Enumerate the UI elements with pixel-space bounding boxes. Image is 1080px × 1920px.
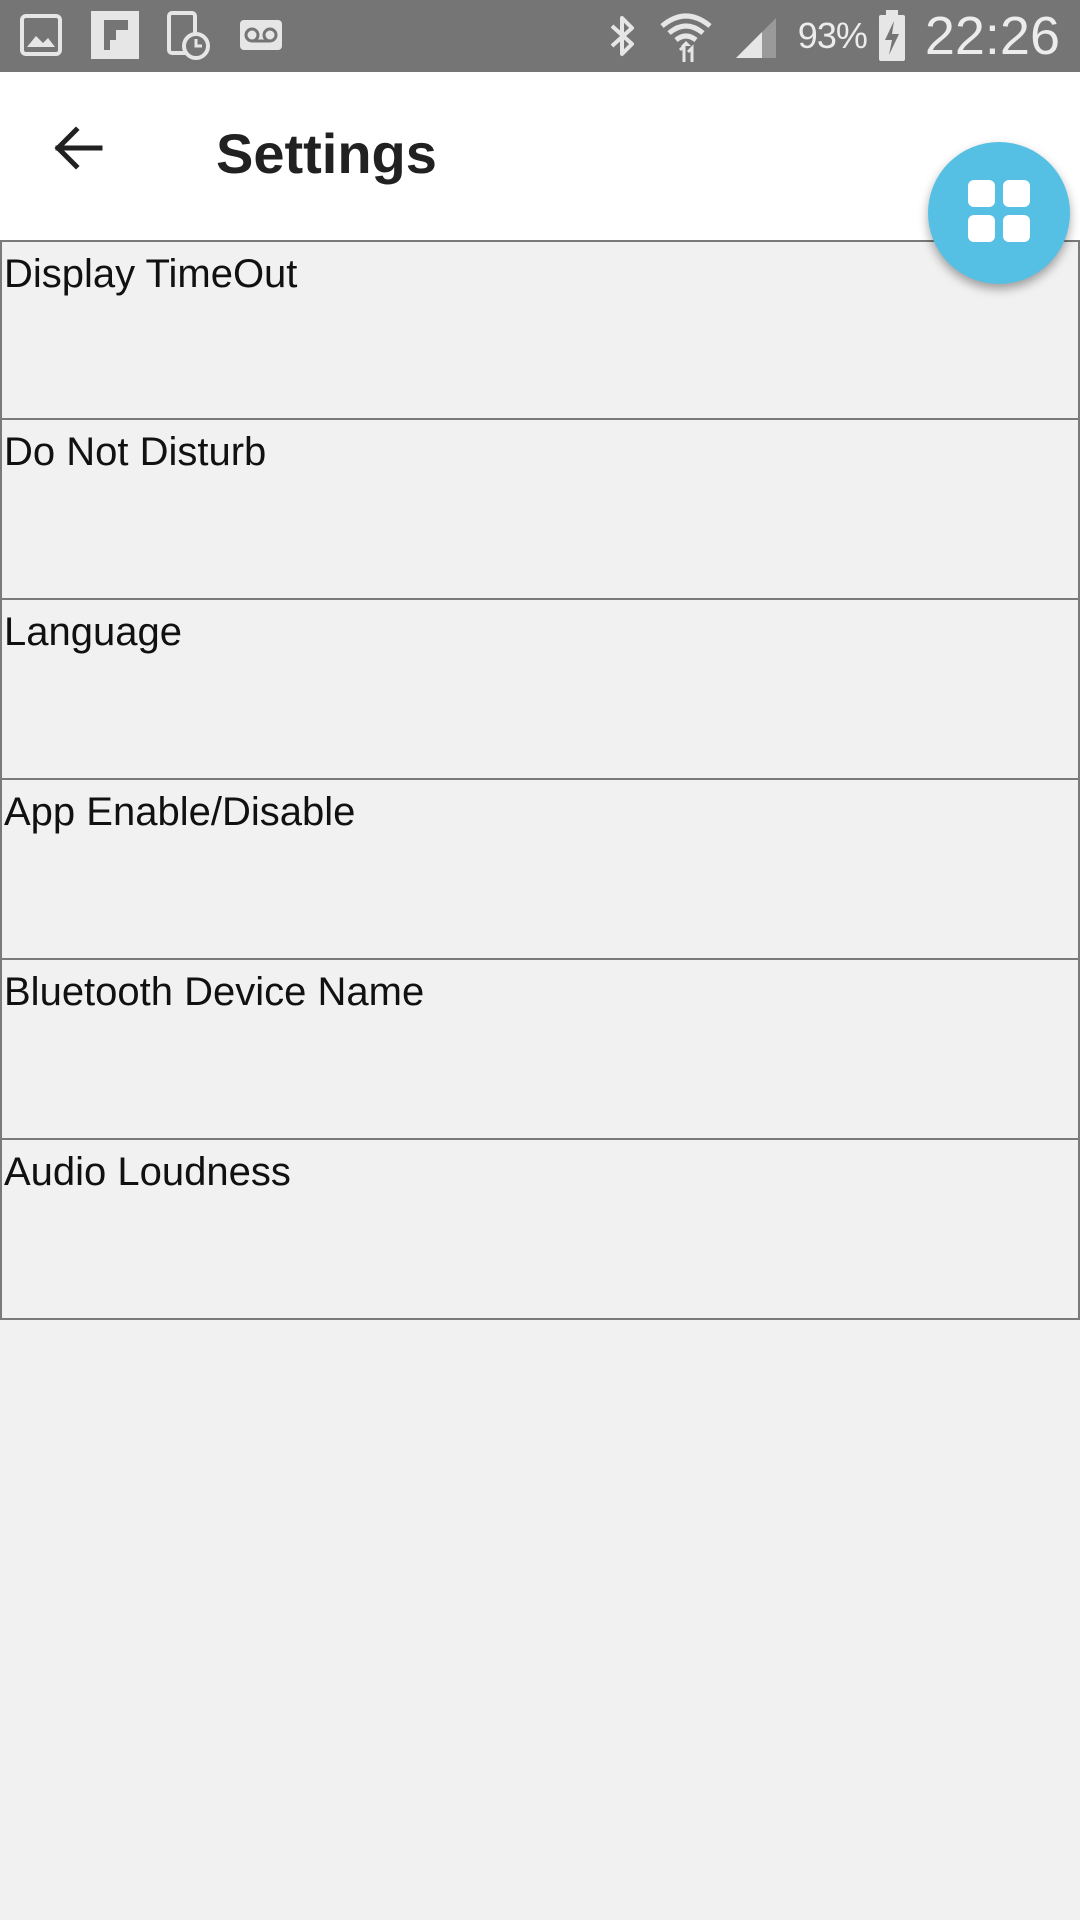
settings-item-label: Do Not Disturb — [4, 430, 267, 474]
back-arrow-icon — [50, 120, 106, 181]
grid-icon — [966, 178, 1032, 249]
status-time: 22:26 — [924, 6, 1060, 66]
wifi-icon — [658, 10, 714, 62]
signal-icon — [732, 12, 780, 60]
notification-icons — [18, 10, 284, 60]
system-status-icons: 93% 22:26 — [604, 0, 1060, 72]
settings-item-label: App Enable/Disable — [4, 790, 356, 834]
status-bar: 93% 22:26 — [0, 0, 1080, 72]
page-title: Settings — [216, 122, 437, 185]
battery-charging-icon — [877, 9, 907, 63]
gallery-icon — [18, 12, 64, 58]
settings-item-audio-loudness[interactable]: Audio Loudness — [0, 1140, 1080, 1320]
apps-grid-button[interactable] — [928, 142, 1070, 284]
settings-item-label: Display TimeOut — [4, 252, 298, 296]
settings-item-language[interactable]: Language — [0, 600, 1080, 780]
settings-item-label: Language — [4, 610, 182, 654]
device-clock-icon — [166, 10, 212, 60]
settings-list: Display TimeOut Do Not Disturb Language … — [0, 240, 1080, 1320]
settings-item-display-timeout[interactable]: Display TimeOut — [0, 240, 1080, 420]
settings-screen: 93% 22:26 Settings Display TimeOut Do No… — [0, 0, 1080, 1920]
settings-item-do-not-disturb[interactable]: Do Not Disturb — [0, 420, 1080, 600]
settings-item-bluetooth-device-name[interactable]: Bluetooth Device Name — [0, 960, 1080, 1140]
settings-item-label: Bluetooth Device Name — [4, 970, 425, 1014]
settings-item-app-enable-disable[interactable]: App Enable/Disable — [0, 780, 1080, 960]
battery-percent: 93% — [797, 15, 868, 56]
bluetooth-icon — [604, 12, 640, 60]
app-bar: Settings — [0, 72, 1080, 240]
settings-item-label: Audio Loudness — [4, 1150, 291, 1194]
back-button[interactable] — [42, 114, 114, 186]
voicemail-icon — [238, 12, 284, 58]
flipboard-icon — [90, 10, 140, 60]
